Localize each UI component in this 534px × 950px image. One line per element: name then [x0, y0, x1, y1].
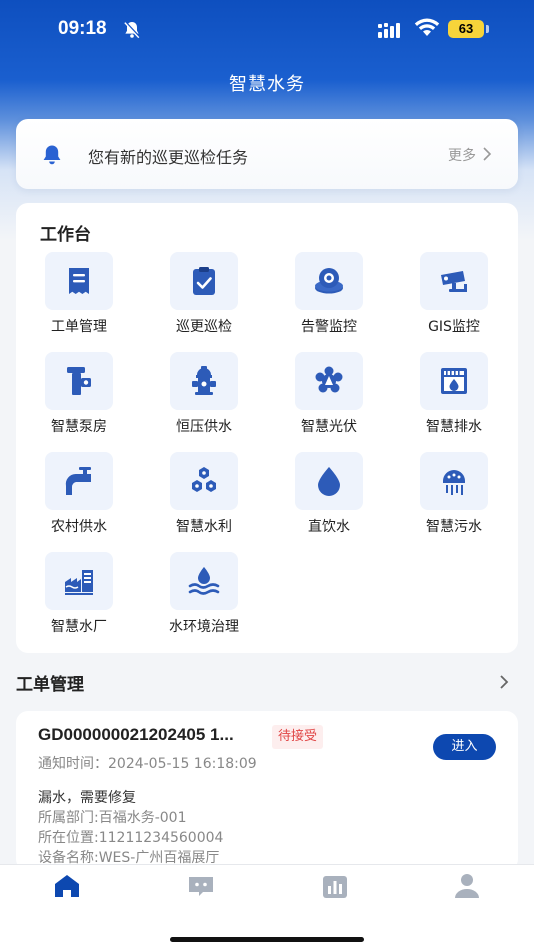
alarm-tile: [295, 252, 363, 310]
battery-indicator: 63: [448, 20, 484, 38]
chevron-right-icon[interactable]: [498, 674, 510, 690]
photovoltaic-icon: [315, 366, 343, 393]
gis-tile: [420, 252, 488, 310]
cellular-signal-icon: [378, 23, 400, 38]
workbench-item-sewage[interactable]: 智慧污水: [391, 452, 509, 548]
water-plant-icon: [65, 570, 93, 595]
workbench-item-label: GIS监控: [428, 319, 480, 335]
work-order-tile: [45, 252, 113, 310]
notice-more-link[interactable]: 更多: [448, 145, 476, 165]
pump-room-icon: [67, 367, 91, 395]
workbench-title: 工作台: [40, 225, 91, 245]
work-order-card[interactable]: GD000000021202405 1... 待接受 进入 通知时间：2024-…: [16, 711, 518, 871]
message-icon: [189, 877, 213, 896]
notify-time: 通知时间：2024-05-15 16:18:09: [38, 756, 257, 772]
patrol-check-icon: [193, 267, 215, 295]
faucet-icon: [65, 467, 91, 495]
battery-tip: [486, 25, 489, 33]
workbench-item-gis[interactable]: GIS监控: [391, 252, 509, 348]
workbench-item-photovoltaic[interactable]: 智慧光伏: [266, 352, 384, 448]
order-description: 漏水，需要修复: [38, 790, 136, 806]
work-order-section-title: 工单管理: [16, 675, 84, 695]
order-location: 所在位置:11211234560004: [38, 830, 224, 846]
patrol-notice-banner[interactable]: 您有新的巡更巡检任务 更多: [16, 119, 518, 189]
rural-supply-tile: [45, 452, 113, 510]
water-plant-tile: [45, 552, 113, 610]
patrol-tile: [170, 252, 238, 310]
cctv-camera-icon: [441, 271, 467, 292]
bell-muted-icon: [124, 21, 141, 39]
home-indicator: [170, 937, 364, 942]
workbench-item-label: 智慧光伏: [301, 419, 357, 435]
water-drop-icon: [318, 467, 340, 496]
order-number: GD000000021202405 1...: [38, 725, 234, 744]
tab-home[interactable]: [52, 871, 82, 901]
sewage-icon: [443, 470, 465, 495]
hexagon-cluster-icon: [192, 467, 216, 492]
workbench-item-alarm[interactable]: 告警监控: [266, 252, 384, 348]
water-environment-icon: [188, 567, 220, 595]
chevron-right-icon: [483, 147, 492, 161]
status-bar: 09:18 63: [0, 0, 534, 60]
workbench-item-water-plant[interactable]: 智慧水厂: [16, 552, 134, 648]
direct-drinking-tile: [295, 452, 363, 510]
workbench-item-pump-room[interactable]: 智慧泵房: [16, 352, 134, 448]
tab-statistics[interactable]: [320, 871, 350, 901]
statistics-icon: [323, 876, 347, 898]
pump-room-tile: [45, 352, 113, 410]
photovoltaic-tile: [295, 352, 363, 410]
water-conservancy-tile: [170, 452, 238, 510]
drainage-tile: [420, 352, 488, 410]
order-department: 所属部门:百福水务-001: [38, 810, 187, 826]
home-icon: [55, 875, 79, 897]
workbench-item-drainage[interactable]: 智慧排水: [391, 352, 509, 448]
workbench-item-direct-drinking[interactable]: 直饮水: [266, 452, 384, 548]
workbench-item-label: 工单管理: [51, 319, 107, 335]
bell-icon: [43, 145, 61, 165]
profile-icon: [455, 874, 479, 898]
workbench-item-label: 智慧水厂: [51, 619, 107, 635]
notice-text: 您有新的巡更巡检任务: [88, 148, 249, 167]
wifi-icon: [414, 18, 440, 36]
fire-hydrant-icon: [192, 366, 216, 395]
workbench-item-label: 告警监控: [301, 319, 357, 335]
enter-button[interactable]: 进入: [433, 734, 496, 760]
page-title: 智慧水务: [229, 74, 305, 95]
workbench-item-label: 直饮水: [308, 519, 350, 535]
workbench-item-label: 巡更巡检: [176, 319, 232, 335]
status-time: 09:18: [58, 18, 107, 39]
water-environment-tile: [170, 552, 238, 610]
status-badge: 待接受: [272, 725, 324, 749]
workbench-item-water-conservancy[interactable]: 智慧水利: [141, 452, 259, 548]
constant-pressure-tile: [170, 352, 238, 410]
tab-messages[interactable]: [186, 871, 216, 901]
workbench-item-constant-pressure[interactable]: 恒压供水: [141, 352, 259, 448]
workbench-item-label: 智慧排水: [426, 419, 482, 435]
workbench-item-water-environment[interactable]: 水环境治理: [141, 552, 259, 648]
workbench-item-rural-supply[interactable]: 农村供水: [16, 452, 134, 548]
workbench-item-label: 智慧泵房: [51, 419, 107, 435]
workbench-item-label: 水环境治理: [169, 619, 239, 635]
workbench-panel: 工作台 工单管理 巡更巡检 告警监控 GIS监控 智慧泵房 恒压供水 智慧光伏 …: [16, 203, 518, 653]
tab-profile[interactable]: [452, 871, 482, 901]
workbench-item-patrol[interactable]: 巡更巡检: [141, 252, 259, 348]
work-order-icon: [69, 268, 89, 294]
workbench-item-label: 智慧水利: [176, 519, 232, 535]
workbench-item-label: 智慧污水: [426, 519, 482, 535]
workbench-item-label: 恒压供水: [176, 419, 232, 435]
workbench-item-work-order[interactable]: 工单管理: [16, 252, 134, 348]
workbench-item-label: 农村供水: [51, 519, 107, 535]
sewage-tile: [420, 452, 488, 510]
drainage-icon: [441, 368, 467, 394]
alarm-monitor-icon: [315, 268, 343, 294]
